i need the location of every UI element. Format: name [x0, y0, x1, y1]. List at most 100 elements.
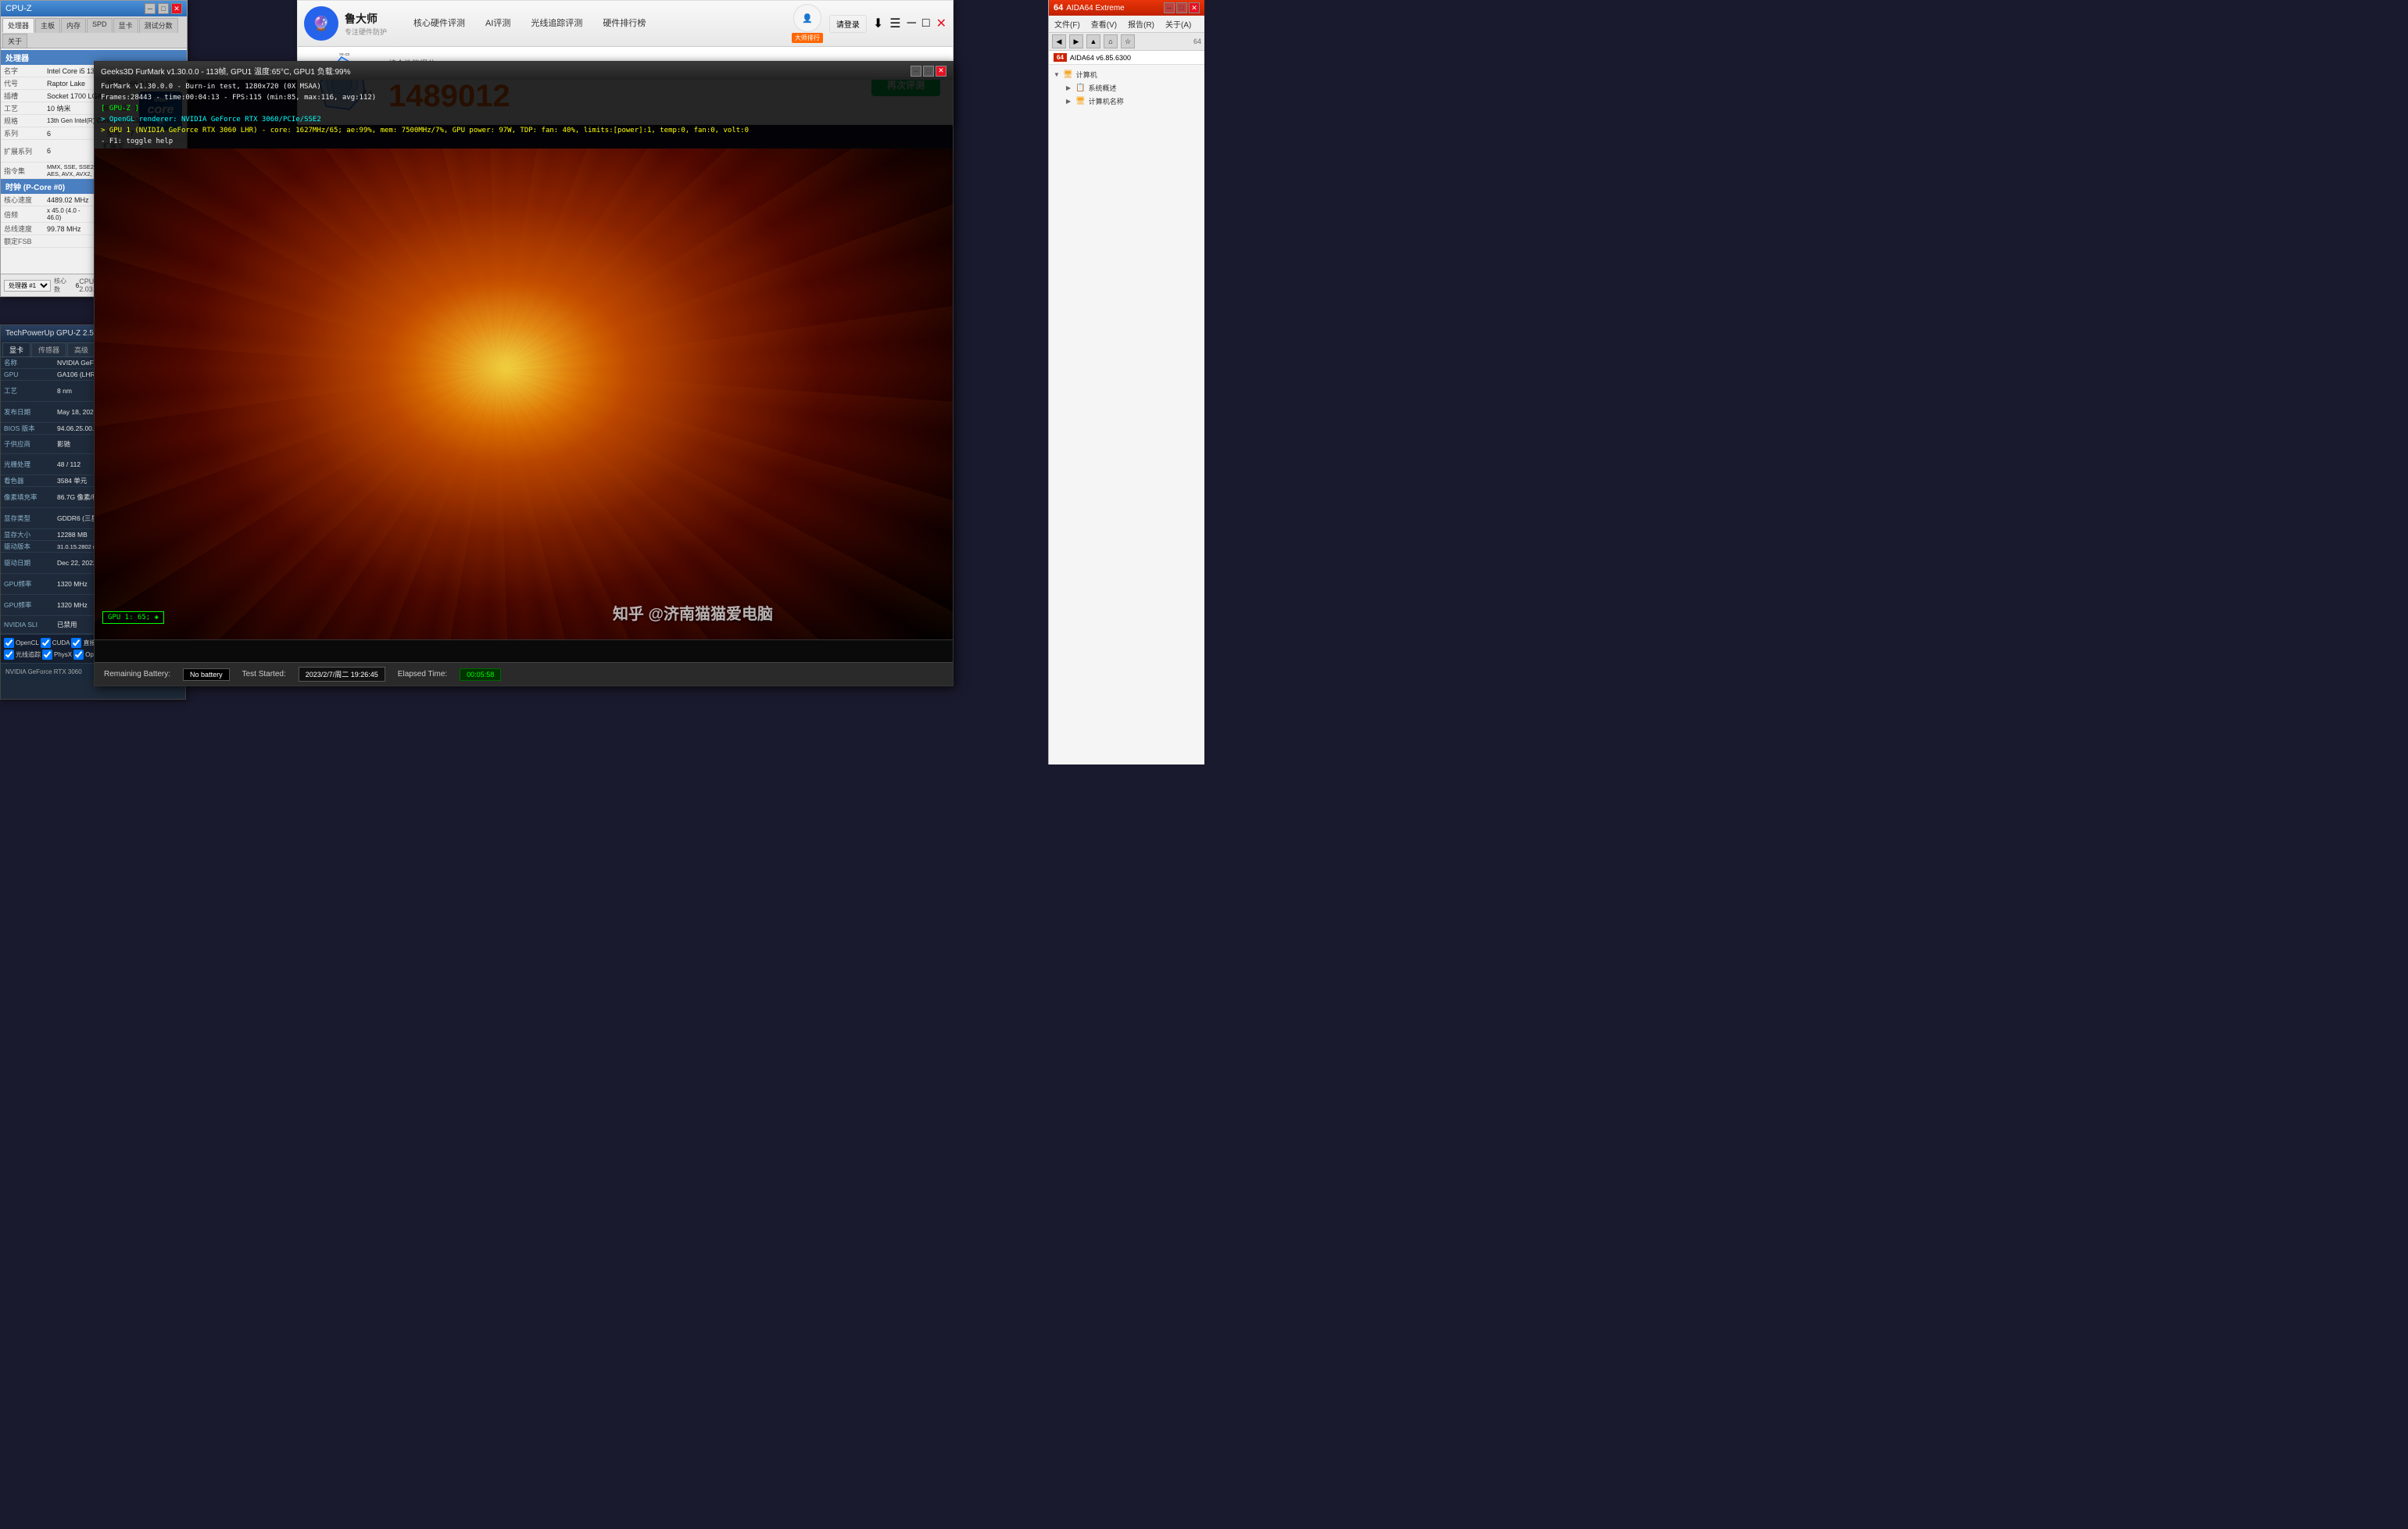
aida-forward-btn[interactable]: ▶ — [1069, 34, 1083, 48]
ludashi-menu-icon[interactable]: ☰ — [889, 16, 900, 31]
zhihu-watermark-text: 知乎 @济南猫猫爱电脑 — [613, 606, 773, 623]
aida-back-btn[interactable]: ◀ — [1052, 34, 1066, 48]
cpuz-fsb-value — [44, 235, 94, 247]
furmark-teststart-value: 2023/2/7/周二 19:26:45 — [299, 667, 385, 682]
aida-menu-report[interactable]: 报告(R) — [1125, 17, 1157, 30]
aida-menu-view[interactable]: 查看(V) — [1089, 17, 1119, 30]
cpuz-row-core-speed: 核心速度 4489.02 MHz — [1, 194, 94, 206]
furmark-title: Geeks3D FurMark v1.30.0.0 - 113帧, GPU1 温… — [101, 65, 350, 77]
cpuz-tab-mainboard[interactable]: 主板 — [35, 18, 60, 33]
gpuz-checkbox-cuda: CUDA — [41, 638, 70, 648]
aida-close-btn[interactable]: ✕ — [1189, 2, 1200, 13]
aida-menu-file[interactable]: 文件(F) — [1052, 17, 1082, 30]
cpuz-titlebar: CPU-Z ─ □ ✕ — [1, 1, 187, 16]
aida-toolbar: ◀ ▶ ▲ ⌂ ☆ 64 — [1049, 33, 1204, 51]
aida-tree-compname-label: 计算机名称 — [1089, 96, 1124, 106]
aida-fav-btn[interactable]: ☆ — [1121, 34, 1135, 48]
furmark-close-btn[interactable]: ✕ — [936, 66, 946, 77]
furmark-line2: Frames:28443 - time:00:04:13 - FPS:115 (… — [101, 92, 946, 103]
aida-window: 64 AIDA64 Extreme ─ □ ✕ 文件(F) 查看(V) 报告(R… — [1048, 0, 1204, 764]
aida-home-btn[interactable]: ⌂ — [1104, 34, 1118, 48]
furmark-line1-text: FurMark v1.30.0.0 - Burn-in test, 1280x7… — [101, 83, 321, 91]
furmark-line1: FurMark v1.30.0.0 - Burn-in test, 1280x7… — [101, 81, 946, 92]
aida-menu-about[interactable]: 关于(A) — [1163, 17, 1193, 30]
gpuz-tab-advanced[interactable]: 高级 — [67, 342, 95, 356]
ludashi-nav: 核心硬件评测 AI评测 光线追踪评测 硬件排行榜 — [404, 13, 655, 34]
aida-up-btn[interactable]: ▲ — [1086, 34, 1100, 48]
aida-minimize-btn[interactable]: ─ — [1164, 2, 1175, 13]
cpuz-core-speed-value: 4489.02 MHz — [44, 194, 94, 206]
furmark-line5: > GPU 1 (NVIDIA GeForce RTX 3060 LHR) - … — [101, 125, 946, 136]
aida-logo-text: 64 — [1193, 38, 1201, 45]
cpuz-processor-select[interactable]: 处理器 #1 — [4, 280, 51, 292]
furmark-line4: > OpenGL renderer: NVIDIA GeForce RTX 30… — [101, 114, 946, 125]
cpuz-core-count-label: 核心数 — [54, 277, 73, 294]
furmark-line4-text: > OpenGL renderer: NVIDIA GeForce RTX 30… — [101, 116, 321, 124]
furmark-gpu-overlay-text: GPU 1: 65; ◈ — [108, 614, 159, 621]
cpuz-tab-bench[interactable]: 测试分数 — [139, 18, 178, 33]
cpuz-process-value: 10 纳米 — [44, 102, 100, 114]
cpuz-tab-about[interactable]: 关于 — [2, 34, 27, 48]
ludashi-minimize-icon[interactable]: ─ — [907, 16, 916, 30]
cpuz-maximize-btn[interactable]: □ — [158, 3, 169, 14]
ludashi-expert-area: 👤 大师排行 — [792, 4, 823, 43]
furmark-fire-background — [95, 149, 953, 686]
furmark-minimize-btn[interactable]: ─ — [911, 66, 921, 77]
cpuz-multiplier-value: x 45.0 (4.0 - 46.0) — [44, 206, 94, 222]
cpuz-tab-processor[interactable]: 处理器 — [2, 18, 34, 33]
svg-text:综合: 综合 — [339, 53, 350, 56]
ludashi-actions: 👤 大师排行 请登录 ⬇ ☰ ─ □ ✕ — [792, 4, 946, 43]
aida-tree: ▼ 🖥 计算机 ▶ 📋 系统概述 ▶ 🖥 计算机名称 — [1049, 65, 1204, 111]
furmark-scene: GPU 1: 65; ◈ FurMark 知乎 @济南猫猫爱电脑 0% — [95, 149, 953, 686]
cpuz-row-fsb: 额定FSB — [1, 235, 94, 248]
aida-subfolder-icon: 📋 — [1075, 84, 1085, 92]
aida-expand2-icon: ▶ — [1066, 98, 1075, 105]
gpuz-checkbox-rtx: 光线追踪 — [4, 650, 41, 660]
cpuz-clock-left: 核心速度 4489.02 MHz 倍频 x 45.0 (4.0 - 46.0) … — [1, 194, 94, 248]
ludashi-nav-rtx[interactable]: 光线追踪评测 — [521, 13, 592, 34]
aida-tree-overview-label: 系统概述 — [1088, 83, 1116, 93]
ludashi-nav-ai[interactable]: AI评测 — [476, 13, 520, 34]
gpuz-tab-gpu[interactable]: 显卡 — [2, 342, 30, 356]
furmark-battery-label: Remaining Battery: — [104, 670, 170, 679]
ludashi-brand-name: 鲁大师 — [345, 11, 387, 27]
ludashi-login-btn[interactable]: 请登录 — [829, 15, 867, 33]
furmark-line6-text: - F1: toggle help — [101, 138, 173, 145]
furmark-line3: [ GPU-Z ] — [101, 103, 946, 114]
aida-version-row: 64 AIDA64 v6.85.6300 — [1054, 53, 1200, 62]
cpuz-selector-area: 处理器 #1 核心数 6 — [4, 277, 79, 294]
furmark-line3-text: [ GPU-Z ] — [101, 105, 139, 113]
aida-maximize-btn[interactable]: □ — [1176, 2, 1187, 13]
furmark-status-bar: Remaining Battery: No battery Test Start… — [95, 662, 953, 686]
ludashi-download-icon[interactable]: ⬇ — [873, 16, 883, 31]
cpuz-minimize-btn[interactable]: ─ — [145, 3, 156, 14]
furmark-line2-text: Frames:28443 - time:00:04:13 - FPS:115 (… — [101, 94, 376, 102]
gpuz-sli-value: 已禁用 — [54, 619, 98, 630]
cpuz-tab-memory[interactable]: 内存 — [61, 18, 86, 33]
cpuz-title: CPU-Z — [5, 4, 32, 13]
cpuz-tab-spd[interactable]: SPD — [87, 18, 113, 33]
close-icon: ✕ — [174, 5, 180, 13]
ludashi-expert-avatar: 👤 — [793, 4, 821, 32]
aida-titlebar: 64 AIDA64 Extreme ─ □ ✕ — [1049, 0, 1204, 16]
aida-tree-computer[interactable]: ▼ 🖥 计算机 — [1054, 68, 1200, 81]
aida-title-text: AIDA64 Extreme — [1066, 4, 1124, 13]
cpuz-row-multiplier: 倍频 x 45.0 (4.0 - 46.0) — [1, 206, 94, 223]
ludashi-close-icon[interactable]: ✕ — [936, 16, 946, 31]
aida-tree-overview[interactable]: ▶ 📋 系统概述 — [1054, 81, 1200, 95]
aida-folder-icon: 🖥 — [1063, 70, 1073, 79]
furmark-teststart-label: Test Started: — [242, 670, 286, 679]
gpuz-checkbox-physx: PhysX — [42, 650, 72, 660]
cpuz-tab-gpu[interactable]: 显卡 — [113, 18, 138, 33]
ludashi-nav-hardware[interactable]: 核心硬件评测 — [404, 13, 474, 34]
aida-tree-compname[interactable]: ▶ 🖥 计算机名称 — [1054, 95, 1200, 108]
ludashi-expert-badge: 大师排行 — [792, 33, 823, 43]
furmark-maximize-btn[interactable]: □ — [923, 66, 934, 77]
cpuz-close-btn[interactable]: ✕ — [171, 3, 182, 14]
cpuz-bus-speed-value: 99.78 MHz — [44, 223, 94, 235]
ludashi-maximize-icon[interactable]: □ — [922, 16, 930, 30]
aida-header-info: 64 AIDA64 v6.85.6300 — [1049, 51, 1204, 65]
gpuz-tab-sensors[interactable]: 传感器 — [31, 342, 66, 356]
ludashi-nav-rank[interactable]: 硬件排行榜 — [593, 13, 655, 34]
gpuz-checkbox-opencl: OpenCL — [4, 638, 39, 648]
